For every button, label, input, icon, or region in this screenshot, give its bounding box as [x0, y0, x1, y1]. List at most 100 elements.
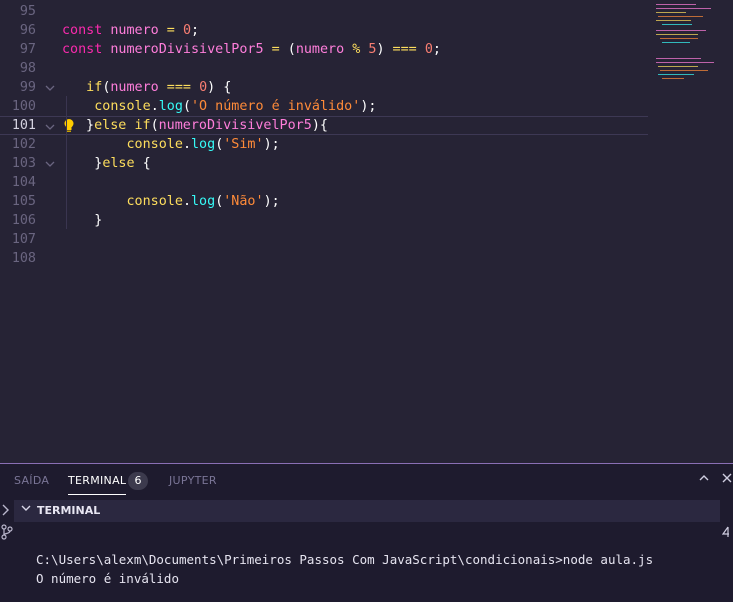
code-token: {: [134, 156, 151, 171]
line-number: 99: [19, 80, 36, 95]
bottom-panel: SAÍDA TERMINAL 6 JUPYTER TERMINAL C:\Use…: [0, 463, 733, 602]
chevron-right-icon[interactable]: [1, 504, 11, 519]
line-number: 108: [11, 251, 36, 266]
minimap-line: [656, 8, 711, 9]
minimap-line: [662, 78, 684, 79]
code-line[interactable]: 103 }else {: [0, 154, 648, 173]
tab-terminal[interactable]: TERMINAL: [68, 474, 127, 495]
code-token: );: [263, 137, 280, 152]
code-token: numero: [295, 42, 345, 57]
code-text: console.log('O número é inválido');: [62, 97, 376, 116]
chevron-up-icon[interactable]: [698, 472, 710, 488]
fold-chevron-icon[interactable]: [44, 78, 56, 97]
code-line[interactable]: 98: [0, 59, 648, 78]
fold-chevron-icon[interactable]: [44, 117, 56, 136]
minimap-line: [660, 70, 708, 71]
code-token: ;: [191, 23, 200, 38]
code-token: );: [360, 99, 377, 114]
minimap-line: [656, 20, 691, 21]
code-token: .: [182, 194, 191, 209]
code-token: 'Sim': [223, 137, 264, 152]
terminal-scrollbar[interactable]: [720, 500, 733, 602]
code-token: ===: [384, 42, 425, 57]
split-marker-icon: [721, 526, 730, 541]
code-token: log: [191, 194, 216, 209]
code-token: ){: [311, 118, 328, 133]
code-token: numero: [110, 80, 159, 95]
terminal-line: O número é inválido: [36, 571, 179, 586]
code-token: 'O número é inválido': [191, 99, 361, 114]
code-line[interactable]: 100 console.log('O número é inválido');: [0, 97, 648, 116]
activity-strip: [0, 500, 14, 602]
line-number: 101: [11, 118, 36, 133]
code-line[interactable]: 101 }else if(numeroDivisivelPor5){: [0, 116, 648, 135]
code-token: numeroDivisivelPor5: [110, 42, 264, 57]
minimap-line: [658, 74, 694, 75]
code-line[interactable]: 107: [0, 230, 648, 249]
panel-tabs: SAÍDA TERMINAL 6 JUPYTER: [0, 464, 733, 500]
terminal-output[interactable]: C:\Users\alexm\Documents\Primeiros Passo…: [14, 522, 720, 602]
minimap-line: [656, 62, 714, 63]
minimap-line: [662, 24, 692, 25]
code-token: console: [62, 194, 183, 209]
code-token: 0: [424, 42, 433, 57]
code-token: (: [287, 42, 296, 57]
code-editor[interactable]: 95 96 const numero = 0; 97 const numeroDivis…: [0, 0, 733, 463]
code-token: 0: [182, 23, 191, 38]
minimap-line: [656, 34, 698, 35]
code-token: ;: [432, 42, 441, 57]
line-number: 107: [11, 232, 36, 247]
line-number: 104: [11, 175, 36, 190]
code-line[interactable]: 104: [0, 173, 648, 192]
line-number: 96: [19, 23, 36, 38]
code-token: =: [263, 42, 288, 57]
code-token: console: [62, 137, 183, 152]
minimap[interactable]: [648, 0, 733, 100]
line-number: 100: [11, 99, 36, 114]
code-token: }: [62, 156, 103, 171]
code-token: .: [182, 137, 191, 152]
source-control-icon[interactable]: [1, 524, 13, 543]
close-icon[interactable]: [721, 472, 733, 488]
minimap-line: [658, 16, 703, 17]
indent-guide: [66, 96, 67, 229]
code-line[interactable]: 97 const numeroDivisivelPor5 = (numero % …: [0, 40, 648, 59]
code-line[interactable]: 99 if(numero === 0) {: [0, 78, 648, 97]
minimap-line: [656, 12, 686, 13]
minimap-line: [656, 58, 701, 59]
code-line[interactable]: 105 console.log('Não');: [0, 192, 648, 211]
code-line[interactable]: 95: [0, 2, 648, 21]
code-token: ): [376, 42, 385, 57]
code-token: 0: [199, 80, 208, 95]
chevron-down-icon[interactable]: [21, 503, 31, 516]
code-text: console.log('Sim');: [62, 135, 280, 154]
terminal-section-header[interactable]: TERMINAL: [14, 500, 720, 522]
code-text: console.log('Não');: [62, 192, 279, 211]
code-line[interactable]: 102 console.log('Sim');: [0, 135, 648, 154]
minimap-line: [656, 30, 706, 31]
code-token: }: [78, 118, 95, 133]
code-token: =: [158, 23, 183, 38]
line-number: 97: [19, 42, 36, 57]
code-token: .: [150, 99, 159, 114]
code-text: }: [62, 211, 102, 230]
minimap-line: [658, 66, 698, 67]
code-token: ===: [158, 80, 200, 95]
tab-output[interactable]: SAÍDA: [14, 474, 49, 487]
code-line[interactable]: 108: [0, 249, 648, 268]
lightbulb-icon[interactable]: [62, 117, 76, 134]
code-token: else: [94, 118, 135, 133]
code-line[interactable]: 96 const numero = 0;: [0, 21, 648, 40]
terminal-count-badge: 6: [128, 472, 148, 490]
code-token: numeroDivisivelPor5: [158, 118, 312, 133]
code-line[interactable]: 106 }: [0, 211, 648, 230]
minimap-line: [656, 4, 696, 5]
fold-chevron-icon[interactable]: [44, 154, 56, 173]
minimap-line: [660, 38, 698, 39]
code-token: ) {: [207, 80, 232, 95]
tab-jupyter[interactable]: JUPYTER: [169, 474, 217, 487]
line-number: 105: [11, 194, 36, 209]
code-text: }else {: [62, 154, 151, 173]
terminal-section-title: TERMINAL: [37, 504, 101, 517]
terminal-line: C:\Users\alexm\Documents\Primeiros Passo…: [36, 552, 654, 567]
